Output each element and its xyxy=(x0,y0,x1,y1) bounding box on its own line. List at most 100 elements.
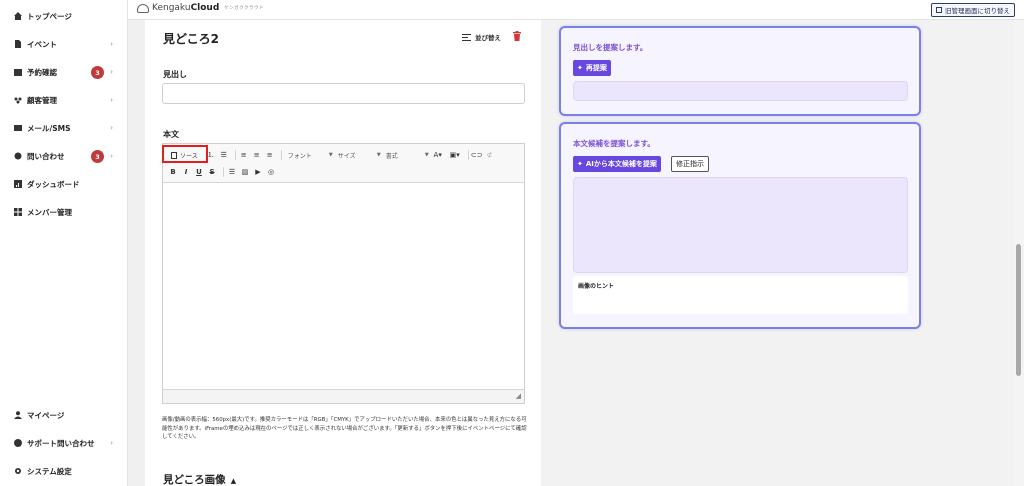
sidebar-item-dashboard[interactable]: ダッシュボード xyxy=(14,177,119,191)
heading-input[interactable] xyxy=(162,83,525,104)
sidebar-item-label: 予約確認 xyxy=(27,67,57,77)
gallery-section-toggle[interactable]: 見どころ画像 ▲ xyxy=(163,472,236,486)
sidebar-item-mail[interactable]: メール/SMS › xyxy=(14,121,119,135)
sidebar-item-members[interactable]: メンバー管理 xyxy=(14,205,119,219)
trash-icon[interactable] xyxy=(513,31,521,41)
sidebar-item-label: メール/SMS xyxy=(27,123,71,133)
dropdown-arrow-icon: ▼ xyxy=(376,152,381,158)
text-color-icon[interactable]: A▾ xyxy=(431,149,445,161)
editor-statusbar: ◢ xyxy=(163,389,524,403)
image-hint-box[interactable]: 画像のヒント xyxy=(573,276,908,314)
chevron-right-icon: › xyxy=(110,68,113,76)
dropdown-arrow-icon: ▼ xyxy=(424,152,429,158)
gallery-title: 見どころ画像 xyxy=(163,474,226,486)
sort-button[interactable]: 並び替え xyxy=(462,32,501,42)
sidebar-item-event[interactable]: イベント › xyxy=(14,37,119,51)
sidebar-item-top[interactable]: トップページ xyxy=(14,9,119,23)
gear-icon xyxy=(14,467,22,475)
sparkle-icon: ✦ xyxy=(577,160,583,168)
sidebar-item-label: メンバー管理 xyxy=(27,207,72,217)
font-select[interactable]: フォント ▼ xyxy=(285,149,335,161)
users-icon xyxy=(14,96,22,104)
count-badge: 3 xyxy=(91,66,104,79)
ai-generate-button[interactable]: ✦ AIから本文候補を提案 xyxy=(573,156,661,172)
help-text: 画像/動画の表示幅：560px(最大)です。推奨カラーモードは「RGB」「CMY… xyxy=(162,417,527,441)
format-select[interactable]: 書式 ▼ xyxy=(383,149,431,161)
strikethrough-icon[interactable]: S xyxy=(207,166,217,178)
switch-legacy-button[interactable]: 旧管理画面に切り替え xyxy=(931,3,1015,17)
resuggest-button[interactable]: ✦ 再提案 xyxy=(573,60,611,76)
size-select-label: サイズ xyxy=(337,152,356,160)
globe-icon[interactable]: ◎ xyxy=(266,166,276,178)
bulleted-list-icon[interactable]: ☰ xyxy=(219,149,229,161)
sidebar-item-inquiry[interactable]: 問い合わせ 3 › xyxy=(14,149,119,163)
sidebar-item-customers[interactable]: 顧客管理 › xyxy=(14,93,119,107)
background-color-icon[interactable]: ▣▾ xyxy=(448,149,462,161)
size-select[interactable]: サイズ ▼ xyxy=(335,149,383,161)
heading-suggestion-title: 見出しを提案します。 xyxy=(573,43,648,52)
sidebar-item-label: サポート問い合わせ xyxy=(27,438,95,448)
font-select-label: フォント xyxy=(287,152,312,160)
sidebar-item-label: 顧客管理 xyxy=(27,95,57,105)
sort-label: 並び替え xyxy=(475,34,501,42)
underline-icon[interactable]: U xyxy=(194,166,204,178)
unlink-icon[interactable]: ⊄ xyxy=(485,149,495,161)
chevron-right-icon: › xyxy=(110,124,113,132)
bold-icon[interactable]: B xyxy=(168,166,178,178)
switch-legacy-label: 旧管理画面に切り替え xyxy=(945,7,1010,15)
body-suggestion-title: 本文候補を提案します。 xyxy=(573,139,655,148)
person-icon xyxy=(14,411,22,419)
document-icon xyxy=(14,40,22,48)
sidebar: トップページ イベント › 予約確認 3 › 顧客管理 › メール/SMS › … xyxy=(0,0,128,486)
chevron-right-icon: › xyxy=(110,40,113,48)
chevron-right-icon: › xyxy=(110,152,113,160)
heading-suggestion-field[interactable] xyxy=(573,81,908,101)
video-icon[interactable]: ▶ xyxy=(253,166,263,178)
page-gutter xyxy=(128,20,145,486)
grid-icon xyxy=(14,208,22,216)
help-icon xyxy=(14,439,22,447)
revision-instruction-button[interactable]: 修正指示 xyxy=(671,156,709,172)
source-button-highlight xyxy=(162,145,208,163)
chevron-right-icon: › xyxy=(110,439,113,447)
chat-icon xyxy=(14,152,22,160)
image-hint-label: 画像のヒント xyxy=(578,283,615,290)
logo-icon xyxy=(137,3,149,13)
image-icon[interactable]: ▨ xyxy=(240,166,250,178)
sidebar-item-settings[interactable]: システム設定 xyxy=(14,464,119,478)
body-suggestion-card: 本文候補を提案します。 ✦ AIから本文候補を提案 修正指示 画像のヒント xyxy=(559,122,921,329)
align-right-icon[interactable]: ≡ xyxy=(265,149,275,161)
calendar-icon xyxy=(14,68,22,76)
heading-label: 見出し xyxy=(163,70,187,79)
sidebar-item-label: 問い合わせ xyxy=(27,151,65,161)
sidebar-item-support[interactable]: サポート問い合わせ › xyxy=(14,436,119,450)
caret-up-icon: ▲ xyxy=(230,477,237,485)
sidebar-item-label: システム設定 xyxy=(27,466,72,476)
sidebar-item-label: イベント xyxy=(27,39,57,49)
scrollbar-thumb[interactable] xyxy=(1016,244,1021,376)
sidebar-item-label: マイページ xyxy=(27,410,65,420)
align-center-icon[interactable]: ≡ xyxy=(252,149,262,161)
resize-handle-icon[interactable]: ◢ xyxy=(516,392,521,400)
body-suggestion-field[interactable] xyxy=(573,177,908,273)
topbar: KengakuCloud ケンガククラウド 旧管理画面に切り替え xyxy=(128,0,1024,20)
toolbar-divider xyxy=(223,167,224,177)
link-icon[interactable]: ⊂⊃ xyxy=(471,149,483,161)
home-icon xyxy=(14,12,22,20)
logo-text: KengakuCloud xyxy=(152,3,219,13)
format-select-label: 書式 xyxy=(385,152,398,160)
editor-panel: 見どころ2 並び替え 見出し 本文 ソース ⒈ ☰ ≡ ≡ ≡ フォント ▼ サ… xyxy=(145,20,541,486)
app-logo[interactable]: KengakuCloud ケンガククラウド xyxy=(137,3,264,13)
logo-bold: Cloud xyxy=(190,3,220,13)
align-left-icon[interactable]: ≡ xyxy=(239,149,249,161)
dropdown-arrow-icon: ▼ xyxy=(328,152,333,158)
scrollbar[interactable] xyxy=(1013,20,1024,486)
sidebar-item-mypage[interactable]: マイページ xyxy=(14,408,119,422)
heading-suggestion-card: 見出しを提案します。 ✦ 再提案 xyxy=(559,26,921,116)
italic-icon[interactable]: I xyxy=(181,166,191,178)
mail-icon xyxy=(14,124,22,132)
sidebar-item-reservation[interactable]: 予約確認 3 › xyxy=(14,65,119,79)
horizontal-rule-icon[interactable]: ☰ xyxy=(227,166,237,178)
toolbar-divider xyxy=(467,150,469,160)
toolbar-row-1: ソース ⒈ ☰ ≡ ≡ ≡ フォント ▼ サイズ ▼ 書式 ▼ A▾ ▣▾ ⊂⊃ ⊄ xyxy=(168,149,498,161)
